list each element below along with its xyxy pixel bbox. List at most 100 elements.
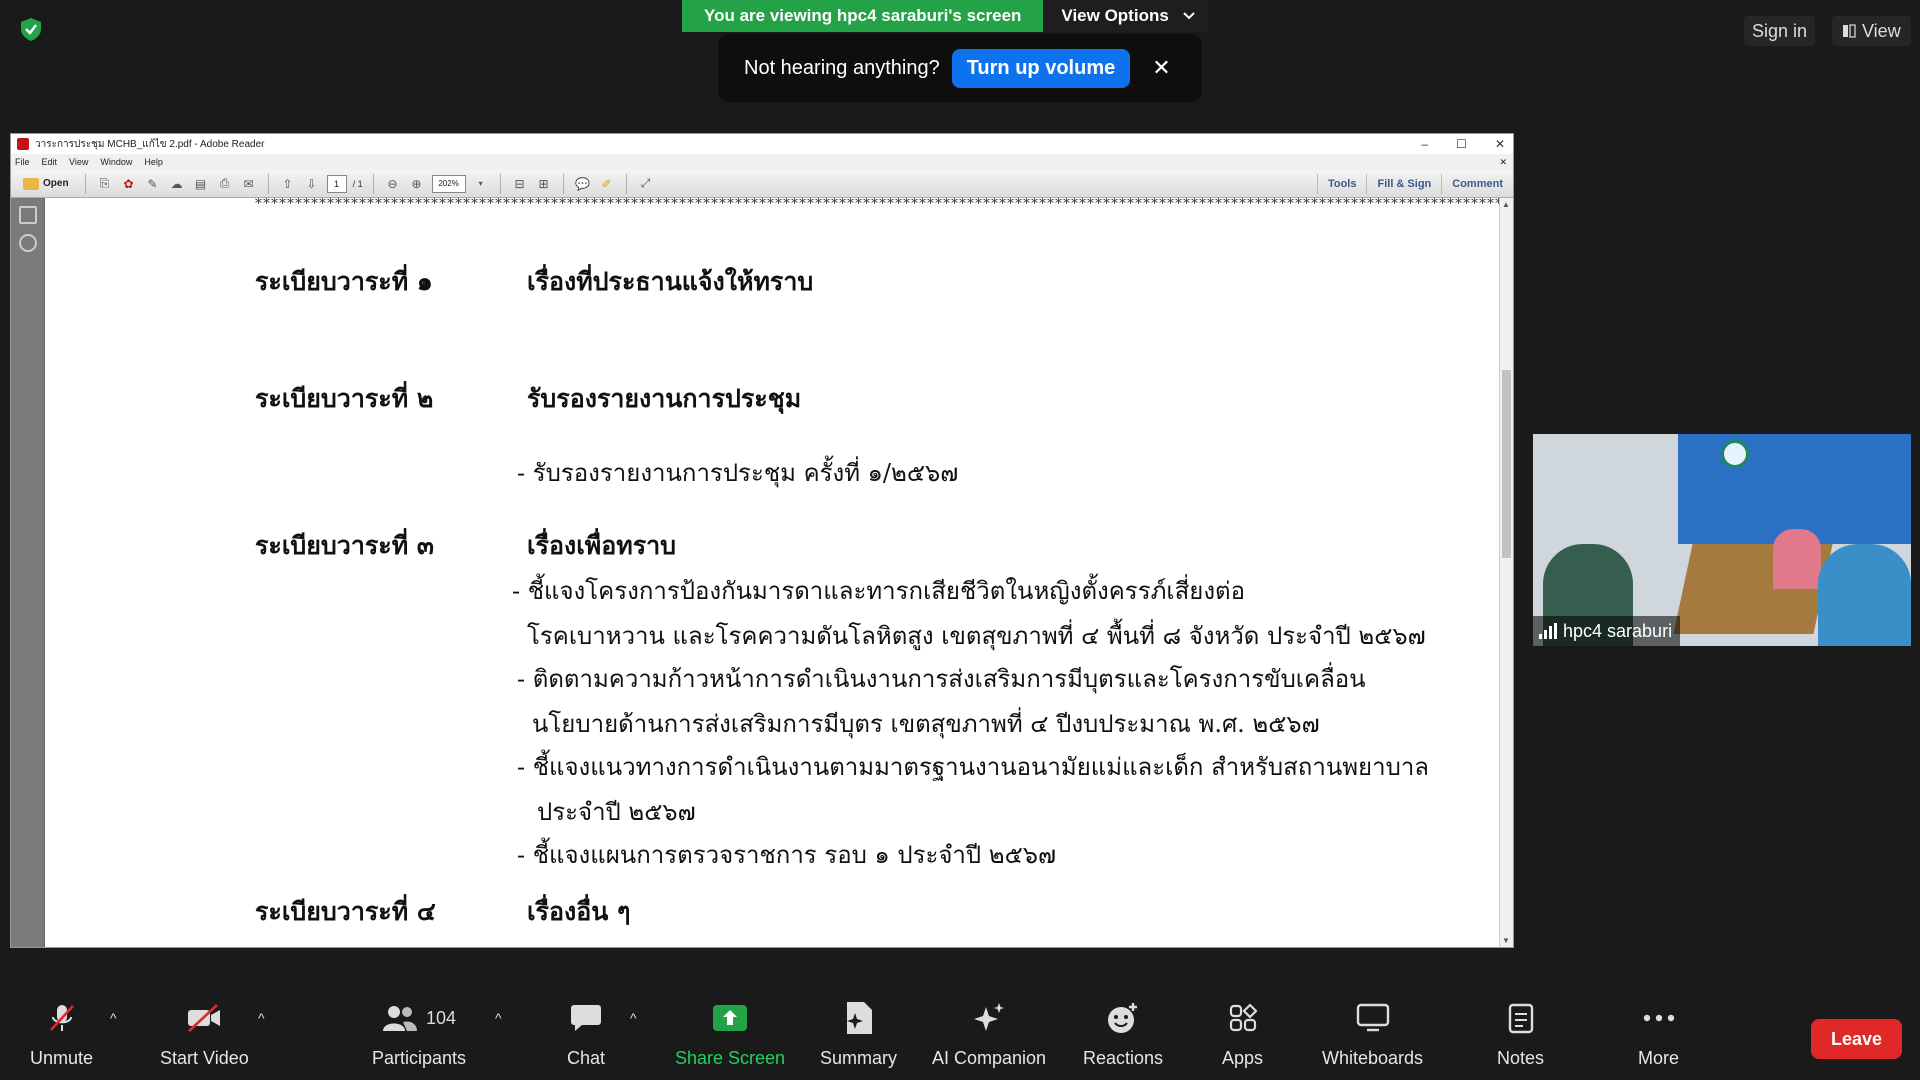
menu-file[interactable]: File: [15, 157, 30, 167]
zoom-in-icon[interactable]: ⊕: [408, 175, 426, 193]
participants-label: Participants: [372, 1048, 467, 1068]
toolbar-divider: [267, 173, 269, 194]
page-count: / 1: [352, 178, 363, 189]
next-page-icon[interactable]: ⇩: [303, 175, 321, 193]
previous-page-icon[interactable]: ⇧: [279, 175, 297, 193]
agenda-3-item-4: - ชี้แจงแผนการตรวจราชการ รอบ ๑ ประจำปี ๒…: [517, 841, 1057, 869]
chat-button[interactable]: Chat: [567, 1000, 605, 1069]
reader-title: วาระการประชุม MCHB_แก้ไข 2.pdf - Adobe R…: [35, 138, 265, 150]
organization-logo: [1721, 440, 1749, 468]
zoom-dropdown-icon[interactable]: ▾: [472, 175, 490, 193]
fit-width-icon[interactable]: ⊞: [535, 175, 553, 193]
notes-button[interactable]: Notes: [1497, 1000, 1544, 1069]
print-icon[interactable]: ⎙: [216, 175, 234, 193]
star-divider: ****************************************…: [255, 198, 1499, 212]
reactions-button[interactable]: Reactions: [1083, 1000, 1163, 1069]
vertical-scrollbar[interactable]: ▲ ▼: [1499, 198, 1513, 947]
attachment-icon[interactable]: [18, 234, 37, 252]
pages-icon[interactable]: [18, 206, 37, 224]
zoom-level-input[interactable]: 202%: [431, 174, 466, 193]
page-number-input[interactable]: 1: [326, 174, 347, 193]
open-label: Open: [43, 178, 69, 189]
participants-icon: [382, 1006, 417, 1031]
meeting-controls-bar: Unmute ^ Start Video ^ 104 Participants …: [0, 992, 1920, 1080]
signal-strength-icon: [1539, 623, 1557, 639]
close-window-icon[interactable]: ✕: [1495, 134, 1505, 154]
agenda-3-item-1-cont: โรคเบาหวาน และโรคความดันโลหิตสูง เขตสุขภ…: [527, 622, 1426, 650]
edit-icon[interactable]: ✎: [144, 175, 162, 193]
participants-button[interactable]: 104 Participants: [372, 1000, 466, 1069]
close-icon[interactable]: ✕: [1152, 55, 1170, 81]
menu-help[interactable]: Help: [144, 157, 163, 167]
screen-share-banner: You are viewing hpc4 saraburi's screen V…: [682, 0, 1209, 32]
ai-companion-button[interactable]: AI Companion: [932, 1000, 1046, 1069]
agenda-1-title: เรื่องที่ประธานแจ้งให้ทราบ: [527, 267, 814, 296]
participants-options-chevron-icon[interactable]: ^: [495, 1010, 502, 1026]
start-video-button[interactable]: Start Video: [160, 1000, 249, 1069]
save-icon[interactable]: ▤: [192, 175, 210, 193]
chat-options-chevron-icon[interactable]: ^: [630, 1010, 637, 1026]
agenda-3-item-2-cont: นโยบายด้านการส่งเสริมการมีบุตร เขตสุขภาพ…: [532, 710, 1320, 738]
minimize-icon[interactable]: –: [1421, 134, 1428, 154]
export-pdf-icon[interactable]: ✿: [120, 175, 138, 193]
share-screen-label: Share Screen: [675, 1048, 786, 1068]
turn-up-volume-button[interactable]: Turn up volume: [951, 48, 1131, 88]
toolbar-divider: [372, 173, 374, 194]
scroll-down-icon[interactable]: ▼: [1502, 936, 1510, 945]
fit-page-icon[interactable]: ⊟: [511, 175, 529, 193]
reader-menu-bar: File Edit View Window Help ✕: [11, 154, 1513, 170]
more-dots-icon: [1643, 1014, 1674, 1022]
menu-view[interactable]: View: [69, 157, 88, 167]
comment-icon[interactable]: 💬: [574, 175, 592, 193]
view-options-label: View Options: [1061, 6, 1169, 25]
agenda-3-item-1: - ชี้แจงโครงการป้องกันมารดาและทารกเสียชี…: [512, 577, 1246, 605]
share-screen-icon: [713, 1005, 748, 1031]
participant-figure: [1818, 544, 1911, 646]
ai-companion-label: AI Companion: [932, 1048, 1047, 1068]
view-label: View: [1862, 21, 1901, 41]
view-options-button[interactable]: View Options: [1043, 0, 1209, 32]
audio-options-chevron-icon[interactable]: ^: [110, 1010, 117, 1026]
close-document-icon[interactable]: ✕: [1499, 157, 1507, 168]
menu-window[interactable]: Window: [100, 157, 132, 167]
whiteboards-button[interactable]: Whiteboards: [1322, 1000, 1423, 1069]
more-button[interactable]: More: [1638, 1000, 1679, 1069]
highlight-icon[interactable]: ✐: [598, 175, 616, 193]
view-layout-icon: [1843, 24, 1856, 38]
share-screen-button[interactable]: Share Screen: [675, 1000, 785, 1069]
fill-sign-tab[interactable]: Fill & Sign: [1366, 174, 1441, 194]
leave-button[interactable]: Leave: [1811, 1019, 1902, 1059]
reactions-label: Reactions: [1083, 1048, 1164, 1068]
reader-document-area: ****************************************…: [11, 198, 1513, 947]
security-shield-icon[interactable]: [18, 16, 44, 42]
chat-icon: [571, 1005, 602, 1031]
zoom-out-icon[interactable]: ⊖: [384, 175, 402, 193]
unmute-label: Unmute: [30, 1048, 94, 1068]
tools-tab[interactable]: Tools: [1316, 174, 1367, 194]
participant-video-tile[interactable]: hpc4 saraburi: [1533, 434, 1911, 646]
open-button[interactable]: Open: [17, 177, 75, 190]
menu-edit[interactable]: Edit: [42, 157, 58, 167]
cloud-icon[interactable]: ☁: [168, 175, 186, 193]
comment-tab[interactable]: Comment: [1441, 174, 1513, 194]
pdf-page: ****************************************…: [47, 198, 1499, 947]
agenda-3-item-2: - ติดตามความก้าวหน้าการดำเนินงานการส่งเส…: [517, 665, 1366, 693]
toolbar-divider: [625, 173, 627, 194]
view-button[interactable]: View: [1832, 16, 1911, 46]
apps-button[interactable]: Apps: [1222, 1000, 1263, 1069]
participant-name: hpc4 saraburi: [1563, 620, 1673, 641]
video-options-chevron-icon[interactable]: ^: [258, 1010, 265, 1026]
email-icon[interactable]: ✉: [240, 175, 258, 193]
fullscreen-icon[interactable]: ⤢: [637, 175, 655, 193]
sign-in-button[interactable]: Sign in: [1744, 16, 1816, 46]
agenda-4-title: เรื่องอื่น ๆ: [527, 897, 631, 926]
create-pdf-icon[interactable]: ⎘: [96, 175, 114, 193]
unmute-button[interactable]: Unmute: [30, 1000, 93, 1069]
agenda-1-label: ระเบียบวาระที่ ๑: [255, 267, 433, 296]
maximize-icon[interactable]: ☐: [1456, 134, 1467, 154]
scroll-up-icon[interactable]: ▲: [1502, 200, 1510, 209]
agenda-4-label: ระเบียบวาระที่ ๔: [255, 897, 436, 926]
summary-button[interactable]: Summary: [820, 1000, 897, 1069]
scroll-thumb[interactable]: [1502, 370, 1511, 558]
folder-icon: [23, 177, 39, 190]
